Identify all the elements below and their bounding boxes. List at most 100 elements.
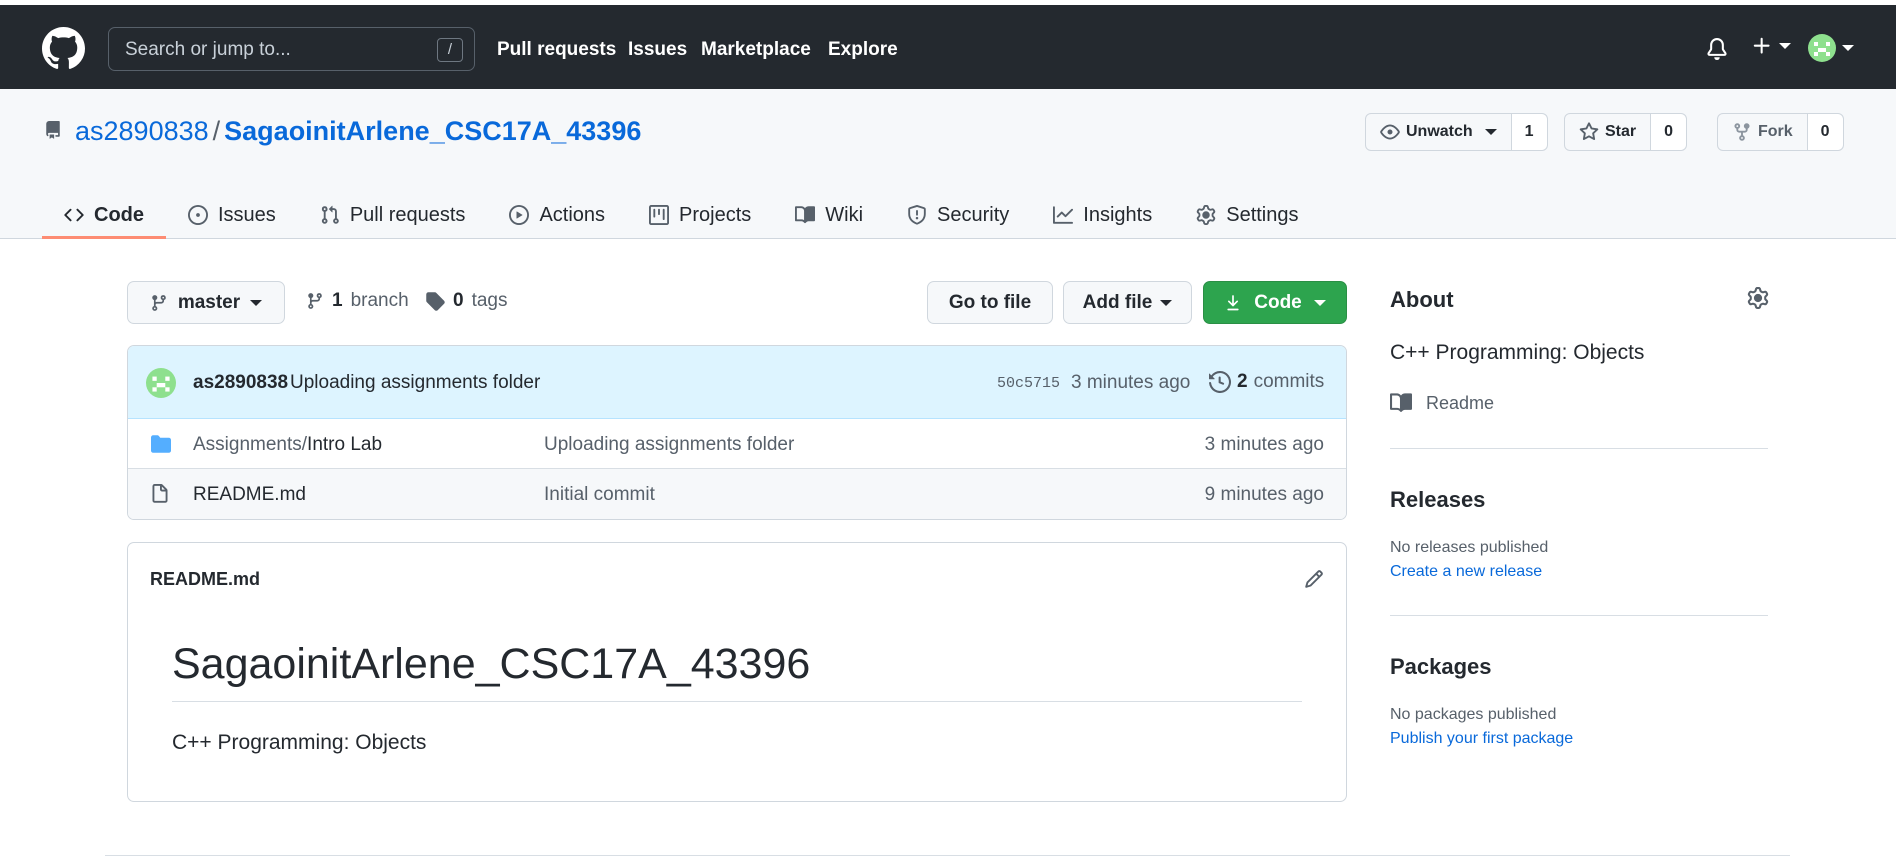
- tab-pull-requests-label: Pull requests: [349, 203, 466, 226]
- tab-insights[interactable]: Insights: [1031, 191, 1174, 239]
- user-menu[interactable]: [1808, 34, 1854, 62]
- sidebar-divider: [1390, 615, 1768, 616]
- project-icon: [649, 205, 670, 225]
- create-new-menu[interactable]: [1751, 35, 1791, 57]
- publish-package-link[interactable]: Publish your first package: [1390, 730, 1573, 748]
- eye-icon: [1380, 124, 1400, 140]
- avatar[interactable]: [146, 368, 176, 398]
- chevron-down-icon: [1313, 299, 1326, 306]
- commits-link[interactable]: 2 commits: [1209, 371, 1324, 393]
- unwatch-button[interactable]: Unwatch: [1366, 114, 1512, 150]
- tags-link[interactable]: 0 tags: [425, 290, 508, 312]
- tab-security[interactable]: Security: [885, 191, 1031, 239]
- tab-projects[interactable]: Projects: [627, 191, 773, 239]
- branch-count: 1: [332, 290, 343, 311]
- watch-button-group: Unwatch 1: [1365, 113, 1548, 151]
- tab-insights-label: Insights: [1083, 203, 1153, 226]
- nav-pull-requests[interactable]: Pull requests: [497, 39, 616, 61]
- gear-icon[interactable]: [1747, 287, 1769, 309]
- global-header: Search or jump to... / Pull requests Iss…: [0, 5, 1896, 89]
- readme-body: C++ Programming: Objects: [172, 731, 427, 754]
- branch-selector[interactable]: master: [127, 281, 285, 324]
- tab-actions-label: Actions: [539, 203, 606, 226]
- tab-actions[interactable]: Actions: [487, 191, 627, 239]
- create-release-link[interactable]: Create a new release: [1390, 563, 1542, 581]
- repo-owner-link[interactable]: as2890838: [75, 116, 209, 146]
- chevron-down-icon: [1779, 43, 1791, 49]
- add-file-button[interactable]: Add file: [1063, 281, 1192, 324]
- chevron-down-icon: [1484, 129, 1497, 135]
- history-icon: [1209, 371, 1231, 393]
- tab-issues-label: Issues: [218, 203, 276, 226]
- add-file-label: Add file: [1082, 291, 1153, 313]
- chevron-down-icon: [250, 299, 263, 306]
- commit-sha[interactable]: 50c5715: [997, 375, 1060, 392]
- file-icon: [152, 484, 168, 503]
- nav-explore[interactable]: Explore: [828, 39, 898, 61]
- go-to-file-button[interactable]: Go to file: [927, 281, 1053, 324]
- file-name-link[interactable]: README.md: [193, 484, 306, 506]
- code-icon: [64, 208, 84, 222]
- gear-icon: [1196, 205, 1216, 225]
- tab-wiki[interactable]: Wiki: [773, 191, 885, 239]
- fork-label: Fork: [1758, 123, 1793, 140]
- about-title: About: [1390, 287, 1454, 312]
- tab-settings-label: Settings: [1226, 203, 1299, 226]
- avatar: [1808, 34, 1836, 62]
- commit-time: 3 minutes ago: [1071, 372, 1191, 393]
- sidebar-divider: [1390, 448, 1768, 449]
- branches-link[interactable]: 1 branch: [306, 290, 409, 312]
- tab-pull-requests[interactable]: Pull requests: [298, 191, 488, 239]
- commit-message[interactable]: Uploading assignments folder: [290, 372, 540, 394]
- file-commit-time: 9 minutes ago: [1204, 484, 1324, 505]
- chevron-down-icon: [1842, 45, 1854, 51]
- table-row[interactable]: README.md Initial commit 9 minutes ago: [128, 469, 1346, 519]
- star-button-group: Star 0: [1564, 113, 1688, 151]
- file-commit-message[interactable]: Uploading assignments folder: [544, 434, 794, 456]
- issue-icon: [188, 205, 208, 225]
- branch-count-label: branch: [350, 290, 409, 311]
- search-input[interactable]: Search or jump to... /: [108, 27, 475, 71]
- pull-request-icon: [321, 205, 339, 224]
- tab-code-label: Code: [94, 203, 144, 226]
- readme-filename[interactable]: README.md: [150, 569, 260, 590]
- fork-icon: [1734, 123, 1750, 141]
- tab-settings[interactable]: Settings: [1174, 191, 1320, 239]
- readme-link[interactable]: Readme: [1390, 392, 1494, 414]
- bell-icon[interactable]: [1706, 37, 1728, 61]
- code-download-button[interactable]: Code: [1203, 281, 1347, 324]
- fork-count[interactable]: 0: [1807, 114, 1843, 150]
- folder-name: Intro Lab: [307, 434, 383, 455]
- repo-name-link[interactable]: SagaoinitArlene_CSC17A_43396: [224, 116, 641, 146]
- star-label: Star: [1605, 123, 1637, 140]
- fork-button[interactable]: Fork: [1718, 114, 1808, 150]
- plus-icon: [1753, 37, 1770, 54]
- file-commit-message[interactable]: Initial commit: [544, 484, 655, 506]
- branch-icon: [152, 294, 166, 311]
- repo-icon: [46, 121, 60, 139]
- commit-author[interactable]: as2890838: [193, 372, 288, 394]
- releases-title[interactable]: Releases: [1390, 487, 1485, 513]
- watch-count[interactable]: 1: [1511, 114, 1547, 150]
- branch-icon: [308, 293, 322, 309]
- pencil-icon[interactable]: [1304, 569, 1324, 589]
- latest-commit-bar: as2890838 Uploading assignments folder 5…: [128, 346, 1346, 419]
- star-button[interactable]: Star: [1565, 114, 1652, 150]
- packages-title[interactable]: Packages: [1390, 654, 1492, 680]
- tab-code[interactable]: Code: [42, 191, 166, 239]
- book-icon: [795, 206, 816, 224]
- unwatch-label: Unwatch: [1406, 123, 1473, 140]
- file-name-link[interactable]: Assignments/Intro Lab: [193, 434, 382, 456]
- tab-issues[interactable]: Issues: [166, 191, 298, 239]
- nav-marketplace[interactable]: Marketplace: [701, 39, 811, 61]
- github-logo-icon[interactable]: [42, 27, 85, 70]
- chevron-down-icon: [1160, 299, 1173, 306]
- releases-empty-text: No releases published: [1390, 539, 1549, 556]
- table-row[interactable]: Assignments/Intro Lab Uploading assignme…: [128, 419, 1346, 469]
- star-count[interactable]: 0: [1651, 114, 1687, 150]
- book-icon: [1390, 393, 1412, 412]
- repo-tabs: Code Issues Pull requests Actions Projec…: [42, 191, 1321, 239]
- code-button-label: Code: [1254, 291, 1302, 313]
- nav-issues[interactable]: Issues: [628, 39, 687, 61]
- star-icon: [1579, 122, 1599, 141]
